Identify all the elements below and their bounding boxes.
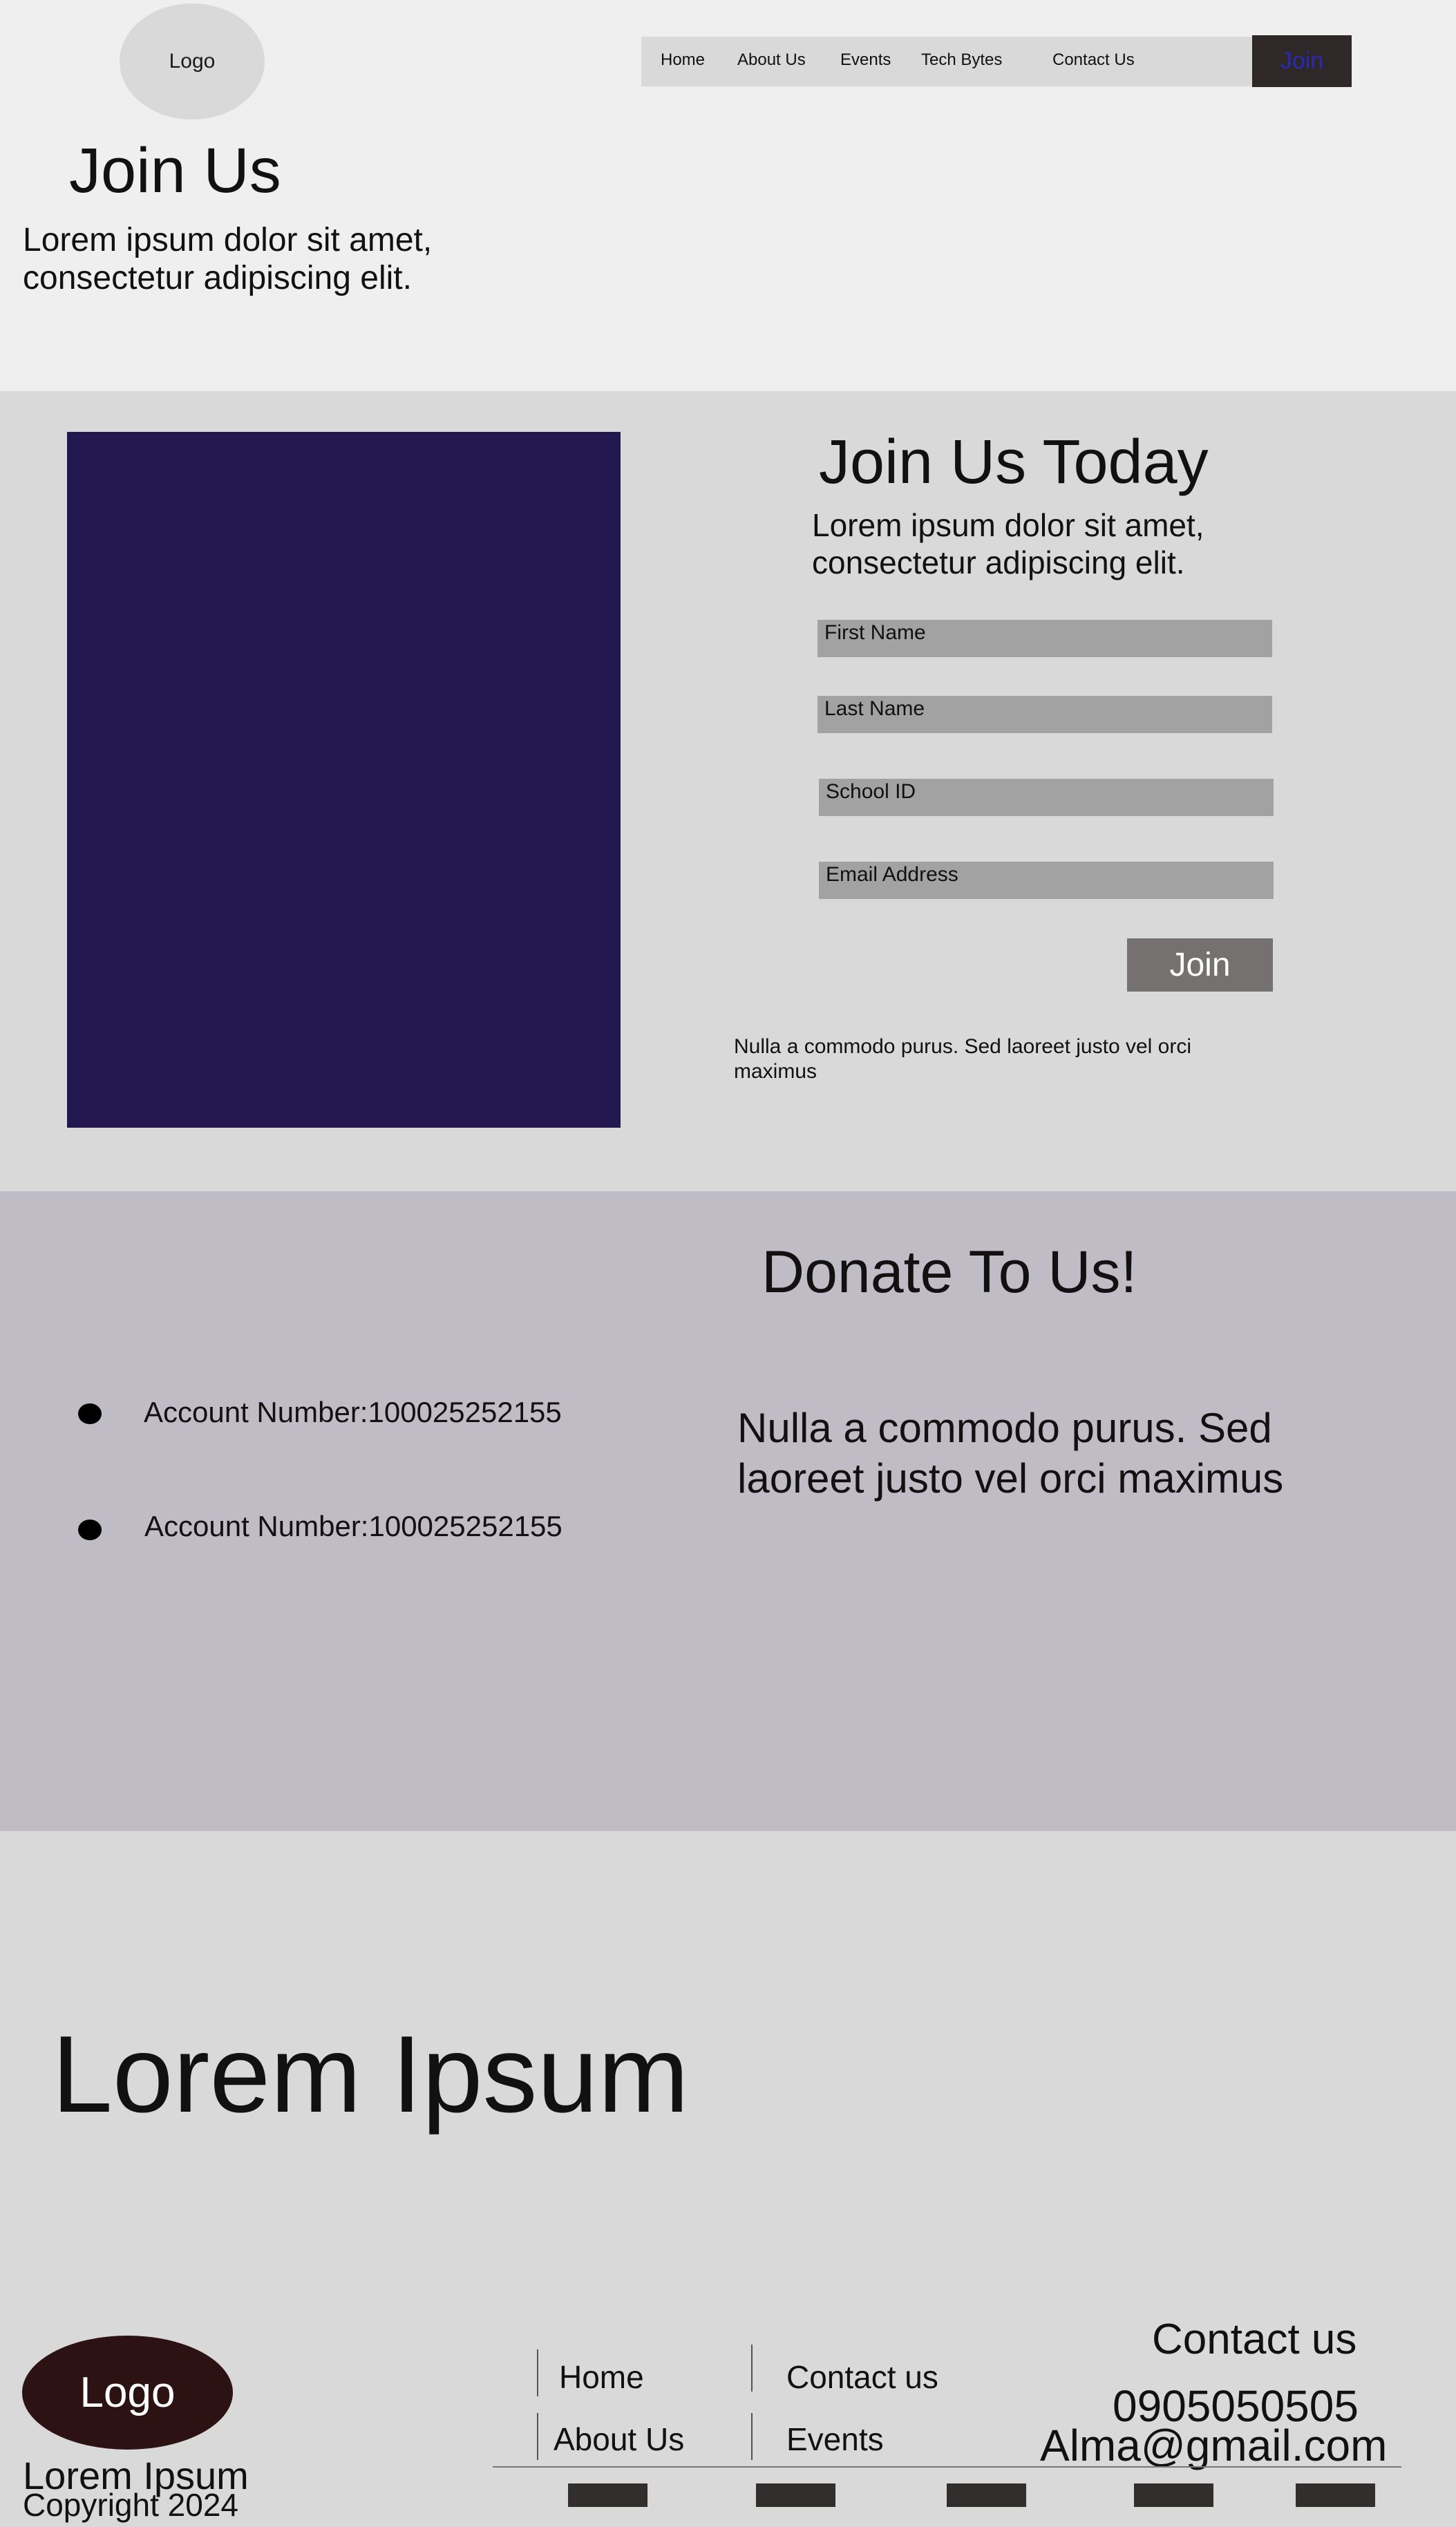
header-logo[interactable]: Logo	[120, 3, 265, 120]
nav-home[interactable]: Home	[661, 50, 705, 70]
join-note: Nulla a commodo purus. Sed laoreet justo…	[734, 1035, 1191, 1083]
donate-description: Nulla a commodo purus. Sed laoreet justo…	[737, 1405, 1284, 1502]
nav-about-us[interactable]: About Us	[737, 50, 806, 70]
first-name-placeholder: First Name	[824, 621, 926, 644]
contact-email: Alma@gmail.com	[1040, 2421, 1388, 2470]
email-address-field[interactable]: Email Address	[819, 862, 1274, 899]
footer-link-events[interactable]: Events	[786, 2421, 884, 2458]
school-id-placeholder: School ID	[826, 780, 916, 803]
nav-events[interactable]: Events	[840, 50, 891, 70]
footer-divider	[537, 2413, 538, 2460]
join-submit-button[interactable]: Join	[1127, 938, 1273, 992]
bullet-icon	[78, 1520, 102, 1540]
last-name-placeholder: Last Name	[824, 697, 925, 720]
account-number-1: Account Number:100025252155	[144, 1396, 562, 1428]
footer-divider-line	[493, 2466, 1401, 2468]
footer-divider	[537, 2349, 538, 2396]
social-icon-1[interactable]	[568, 2483, 647, 2507]
contact-title: Contact us	[1152, 2316, 1357, 2363]
social-icon-2[interactable]	[756, 2483, 835, 2507]
last-name-field[interactable]: Last Name	[817, 696, 1272, 733]
nav-bar: Home About Us Events Tech Bytes Contact …	[641, 37, 1255, 86]
join-image-placeholder	[67, 432, 621, 1128]
footer-link-contact-us[interactable]: Contact us	[786, 2358, 938, 2396]
footer-divider	[751, 2345, 753, 2392]
join-title: Join Us Today	[819, 428, 1209, 497]
donate-title: Donate To Us!	[762, 1239, 1137, 1305]
header-logo-text: Logo	[169, 50, 216, 73]
footer-divider	[751, 2413, 753, 2460]
page-subtitle: Lorem ipsum dolor sit amet, consectetur …	[23, 222, 433, 296]
footer-logo[interactable]: Logo	[22, 2336, 233, 2450]
footer-copyright: Copyright 2024	[23, 2487, 238, 2523]
page-title: Join Us	[69, 135, 281, 206]
nav-contact-us[interactable]: Contact Us	[1052, 50, 1135, 70]
school-id-field[interactable]: School ID	[819, 779, 1274, 816]
footer-link-home[interactable]: Home	[559, 2358, 644, 2396]
email-address-placeholder: Email Address	[826, 863, 958, 886]
footer-logo-text: Logo	[79, 2369, 176, 2416]
social-icon-3[interactable]	[947, 2483, 1026, 2507]
social-icon-4[interactable]	[1134, 2483, 1213, 2507]
account-number-2: Account Number:100025252155	[144, 1510, 562, 1542]
first-name-field[interactable]: First Name	[817, 620, 1272, 657]
footer-title: Lorem Ipsum	[52, 2014, 690, 2135]
join-subtitle: Lorem ipsum dolor sit amet, consectetur …	[812, 507, 1204, 580]
nav-tech-bytes[interactable]: Tech Bytes	[921, 50, 1002, 70]
footer-link-about-us[interactable]: About Us	[554, 2421, 684, 2458]
bullet-icon	[78, 1403, 102, 1424]
nav-join-button[interactable]: Join	[1252, 35, 1352, 87]
social-icon-5[interactable]	[1296, 2483, 1375, 2507]
